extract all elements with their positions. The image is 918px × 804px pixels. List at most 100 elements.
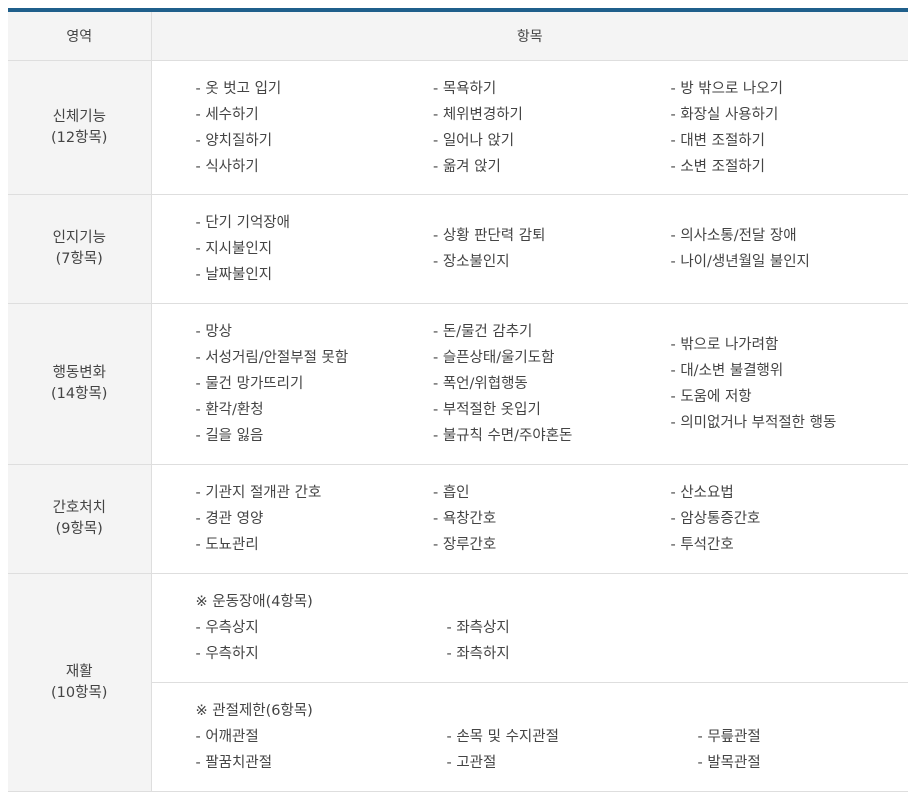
row-cognitive: 인지기능 (7항목) - 단기 기억장애 - 지시불인지 - 날짜불인지 - 상황 판… bbox=[8, 194, 909, 304]
area-count: (10항목) bbox=[51, 684, 108, 701]
item-column: - 목욕하기 - 체위변경하기 - 일어나 앉기 - 옮겨 앉기 bbox=[433, 76, 671, 180]
area-label: 간호처치 bbox=[52, 500, 106, 516]
list-item: - 경관 영양 bbox=[195, 511, 264, 527]
list-item: - 소변 조절하기 bbox=[670, 158, 766, 175]
item-column: - 손목 및 수지관절 - 고관절 bbox=[447, 724, 698, 776]
list-item: - 욕창간호 bbox=[433, 511, 497, 527]
list-item: - 대/소변 불결행위 bbox=[670, 363, 784, 379]
list-item: - 화장실 사용하기 bbox=[670, 106, 779, 123]
items-cell: - 옷 벗고 입기 - 세수하기 - 양치질하기 - 식사하기 - 목욕하기 - 체위변경… bbox=[151, 60, 909, 195]
list-item: - 상황 판단력 감퇴 bbox=[433, 228, 546, 244]
care-assessment-table: 영역 항목 신체기능 (12항목) - 옷 벗고 입기 - 세수하기 - 양치질하기… bbox=[8, 12, 908, 792]
list-item: - 서성거림/안절부절 못함 bbox=[195, 350, 349, 366]
item-column: - 우측상지 - 우측하지 bbox=[196, 615, 447, 667]
item-column: - 산소요법 - 암상통증간호 - 투석간호 bbox=[671, 480, 909, 558]
item-column: - 망상 - 서성거림/안절부절 못함 - 물건 망가뜨리기 - 환각/환청 - 길을 … bbox=[196, 319, 434, 449]
list-item: - 폭언/위협행동 bbox=[433, 376, 528, 392]
list-item: - 나이/생년월일 불인지 bbox=[670, 254, 810, 270]
list-item: - 불규칙 수면/주야혼돈 bbox=[433, 428, 573, 444]
list-item: - 물건 망가뜨리기 bbox=[195, 376, 304, 392]
list-item: - 양치질하기 bbox=[195, 132, 273, 149]
list-item: - 망상 bbox=[195, 324, 233, 340]
list-item: - 세수하기 bbox=[195, 106, 259, 123]
list-item: - 우측하지 bbox=[195, 646, 259, 662]
item-column: - 옷 벗고 입기 - 세수하기 - 양치질하기 - 식사하기 bbox=[196, 76, 434, 180]
list-item: - 흡인 bbox=[433, 485, 470, 501]
list-item: - 슬픈상태/울기도함 bbox=[433, 350, 555, 366]
row-rehab-motor: 재활 (10항목) ※ 운동장애(4항목) - 우측상지 - 우측하지 - 좌측상지… bbox=[8, 573, 909, 792]
items-cell: - 망상 - 서성거림/안절부절 못함 - 물건 망가뜨리기 - 환각/환청 - 길을 … bbox=[151, 303, 909, 465]
header-items: 항목 bbox=[151, 12, 908, 61]
item-column: - 좌측상지 - 좌측하지 bbox=[447, 615, 698, 667]
care-assessment-table-container: 영역 항목 신체기능 (12항목) - 옷 벗고 입기 - 세수하기 - 양치질하기… bbox=[8, 8, 908, 792]
list-item: - 길을 잃음 bbox=[195, 428, 264, 444]
item-column: - 돈/물건 감추기 - 슬픈상태/울기도함 - 폭언/위협행동 - 부적절한 옷입기… bbox=[433, 319, 671, 449]
area-cell: 인지기능 (7항목) bbox=[8, 194, 152, 304]
motor-heading: ※ 운동장애(4항목) bbox=[195, 594, 313, 610]
list-item: - 일어나 앉기 bbox=[433, 132, 515, 149]
list-item: - 장소불인지 bbox=[433, 254, 510, 270]
area-count: (14항목) bbox=[51, 386, 108, 402]
list-item: - 무릎관절 bbox=[697, 729, 761, 745]
area-cell: 행동변화 (14항목) bbox=[8, 303, 152, 465]
list-item: - 의사소통/전달 장애 bbox=[670, 228, 797, 244]
row-nursing: 간호처치 (9항목) - 기관지 절개관 간호 - 경관 영양 - 도뇨관리 - 흡인… bbox=[8, 464, 909, 574]
list-item: - 팔꿈치관절 bbox=[195, 755, 273, 771]
list-item: - 발목관절 bbox=[697, 755, 761, 771]
area-count: (12항목) bbox=[51, 129, 108, 146]
area-cell: 재활 (10항목) bbox=[8, 573, 152, 792]
list-item: - 어깨관절 bbox=[195, 729, 259, 745]
list-item: - 좌측하지 bbox=[446, 646, 510, 662]
joint-columns: - 어깨관절 - 팔꿈치관절 - 손목 및 수지관절 - 고관절 - 무릎관절 - 발목관… bbox=[196, 724, 918, 776]
item-column: - 어깨관절 - 팔꿈치관절 bbox=[196, 724, 447, 776]
item-column: - 기관지 절개관 간호 - 경관 영양 - 도뇨관리 bbox=[196, 480, 434, 558]
joint-content: ※ 관절제한(6항목) - 어깨관절 - 팔꿈치관절 - 손목 및 수지관절 - 고관… bbox=[196, 698, 918, 776]
list-item: - 밖으로 나가려함 bbox=[670, 337, 779, 353]
list-item: - 좌측상지 bbox=[446, 620, 510, 636]
area-label: 신체기능 bbox=[52, 108, 106, 125]
list-item: - 목욕하기 bbox=[433, 80, 497, 97]
header-area: 영역 bbox=[8, 12, 152, 61]
list-item: - 의미없거나 부적절한 행동 bbox=[670, 415, 837, 431]
list-item: - 도뇨관리 bbox=[195, 537, 259, 553]
list-item: - 도움에 저항 bbox=[670, 389, 752, 405]
row-physical: 신체기능 (12항목) - 옷 벗고 입기 - 세수하기 - 양치질하기 - 식사하기… bbox=[8, 60, 909, 195]
items-cell: ※ 운동장애(4항목) - 우측상지 - 우측하지 - 좌측상지 - 좌측하지 bbox=[151, 573, 909, 683]
joint-group: ※ 관절제한(6항목) - 어깨관절 - 팔꿈치관절 - 손목 및 수지관절 - 고관… bbox=[152, 698, 909, 776]
item-column: - 밖으로 나가려함 - 대/소변 불결행위 - 도움에 저항 - 의미없거나 부적절… bbox=[671, 319, 909, 449]
joint-heading: ※ 관절제한(6항목) bbox=[195, 703, 313, 719]
item-column: - 흡인 - 욕창간호 - 장루간호 bbox=[433, 480, 671, 558]
list-item: - 지시불인지 bbox=[195, 241, 273, 257]
list-item: - 부적절한 옷입기 bbox=[433, 402, 541, 418]
items-cell: ※ 관절제한(6항목) - 어깨관절 - 팔꿈치관절 - 손목 및 수지관절 - 고관… bbox=[151, 682, 909, 792]
area-label: 인지기능 bbox=[52, 230, 106, 246]
row-behavior: 행동변화 (14항목) - 망상 - 서성거림/안절부절 못함 - 물건 망가뜨리기… bbox=[8, 303, 909, 465]
motor-group: ※ 운동장애(4항목) - 우측상지 - 우측하지 - 좌측상지 - 좌측하지 bbox=[152, 589, 909, 667]
list-item: - 식사하기 bbox=[195, 158, 259, 175]
list-item: - 손목 및 수지관절 bbox=[446, 729, 559, 745]
item-column: - 단기 기억장애 - 지시불인지 - 날짜불인지 bbox=[196, 210, 434, 288]
area-cell: 간호처치 (9항목) bbox=[8, 464, 152, 574]
area-label: 재활 bbox=[65, 663, 93, 680]
list-item: - 옷 벗고 입기 bbox=[195, 80, 282, 97]
list-item: - 기관지 절개관 간호 bbox=[195, 485, 322, 501]
list-item: - 장루간호 bbox=[433, 537, 497, 553]
item-column: - 방 밖으로 나오기 - 화장실 사용하기 - 대변 조절하기 - 소변 조절하기 bbox=[671, 76, 909, 180]
item-column: - 상황 판단력 감퇴 - 장소불인지 bbox=[433, 210, 671, 288]
list-item: - 날짜불인지 bbox=[195, 267, 273, 283]
list-item: - 돈/물건 감추기 bbox=[433, 324, 533, 340]
motor-columns: - 우측상지 - 우측하지 - 좌측상지 - 좌측하지 bbox=[196, 615, 698, 667]
area-label: 행동변화 bbox=[52, 365, 106, 381]
list-item: - 투석간호 bbox=[670, 537, 734, 553]
item-column: - 의사소통/전달 장애 - 나이/생년월일 불인지 bbox=[671, 210, 909, 288]
items-cell: - 단기 기억장애 - 지시불인지 - 날짜불인지 - 상황 판단력 감퇴 - 장소불인… bbox=[151, 194, 909, 304]
list-item: - 방 밖으로 나오기 bbox=[670, 80, 783, 97]
list-item: - 단기 기억장애 bbox=[195, 215, 291, 231]
area-count: (9항목) bbox=[55, 521, 103, 537]
motor-content: ※ 운동장애(4항목) - 우측상지 - 우측하지 - 좌측상지 - 좌측하지 bbox=[196, 589, 698, 667]
list-item: - 산소요법 bbox=[670, 485, 734, 501]
list-item: - 체위변경하기 bbox=[433, 106, 523, 123]
items-cell: - 기관지 절개관 간호 - 경관 영양 - 도뇨관리 - 흡인 - 욕창간호 - 장루간… bbox=[151, 464, 909, 574]
table-header-row: 영역 항목 bbox=[8, 12, 908, 61]
area-count: (7항목) bbox=[55, 251, 103, 267]
